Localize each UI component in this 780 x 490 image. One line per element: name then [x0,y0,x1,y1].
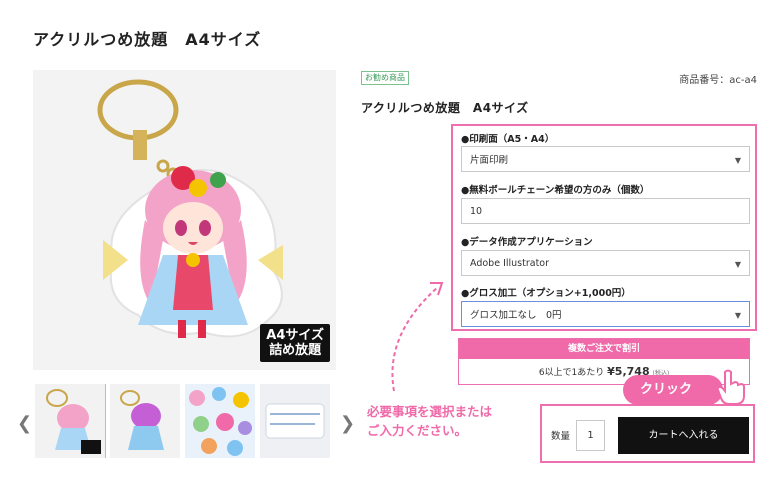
chevron-right-icon[interactable]: ❯ [340,413,355,434]
chevron-down-icon: ▼ [734,311,741,320]
print-side-select[interactable]: 片面印刷 ▼ [461,146,750,172]
application-value: Adobe Illustrator [470,257,550,269]
quantity-input[interactable]: 1 [576,420,605,451]
application-select[interactable]: Adobe Illustrator ▼ [461,250,750,276]
thumbnail-1[interactable] [35,384,106,458]
thumbnail-2[interactable] [110,384,180,458]
ball-chain-label: ●無料ボールチェーン希望の方のみ（個数） [461,185,650,196]
thumbnail-image [46,389,101,454]
recommend-badge: お勧め商品 [361,71,409,85]
thumbnail-strip [35,384,335,458]
application-label: ●データ作成アプリケーション [461,237,593,248]
page-title: アクリルつめ放題 A4サイズ [33,30,262,49]
chevron-left-icon[interactable]: ❮ [17,413,32,434]
instruction-text: 必要事項を選択または ご入力ください。 [367,404,493,438]
thumbnail-image [120,390,164,450]
chevron-down-icon: ▼ [734,260,741,269]
thumbnail-image [260,384,330,458]
bulk-discount-prefix: 6以上で1あたり [538,368,605,378]
ball-chain-quantity-input[interactable]: 10 [461,198,750,224]
gloss-value: グロス加工なし 0円 [470,310,562,321]
pointing-hand-icon [716,369,745,405]
bulk-discount-header: 複数ご注文で割引 [459,339,749,359]
click-callout: クリック [623,375,723,405]
quantity-label: 数量 [551,431,571,442]
thumbnail-4[interactable] [260,384,330,458]
chevron-down-icon: ▼ [734,156,741,165]
thumbnail-3[interactable] [185,384,255,458]
product-code: 商品番号：ac-a4 [679,75,757,86]
print-side-label: ●印刷面（A5・A4） [461,134,555,145]
a4-size-badge: A4サイズ 詰め放題 [260,324,330,362]
options-panel: ●印刷面（A5・A4） 片面印刷 ▼ ●無料ボールチェーン希望の方のみ（個数） … [451,124,757,331]
ball-chain-quantity-value: 10 [470,205,483,217]
gloss-select[interactable]: グロス加工なし 0円 ▼ [461,301,750,327]
add-to-cart-button[interactable]: カートへ入れる [618,417,749,454]
print-side-value: 片面印刷 [470,155,509,166]
curved-arrow-icon [391,282,444,392]
thumbnail-image [185,384,255,458]
add-to-cart-panel: 数量 1 カートへ入れる [540,404,755,463]
main-product-image: A4サイズ 詰め放題 [33,70,336,370]
gloss-label: ●グロス加工（オプション+1,000円） [461,288,631,299]
product-name: アクリルつめ放題 A4サイズ [361,101,529,115]
